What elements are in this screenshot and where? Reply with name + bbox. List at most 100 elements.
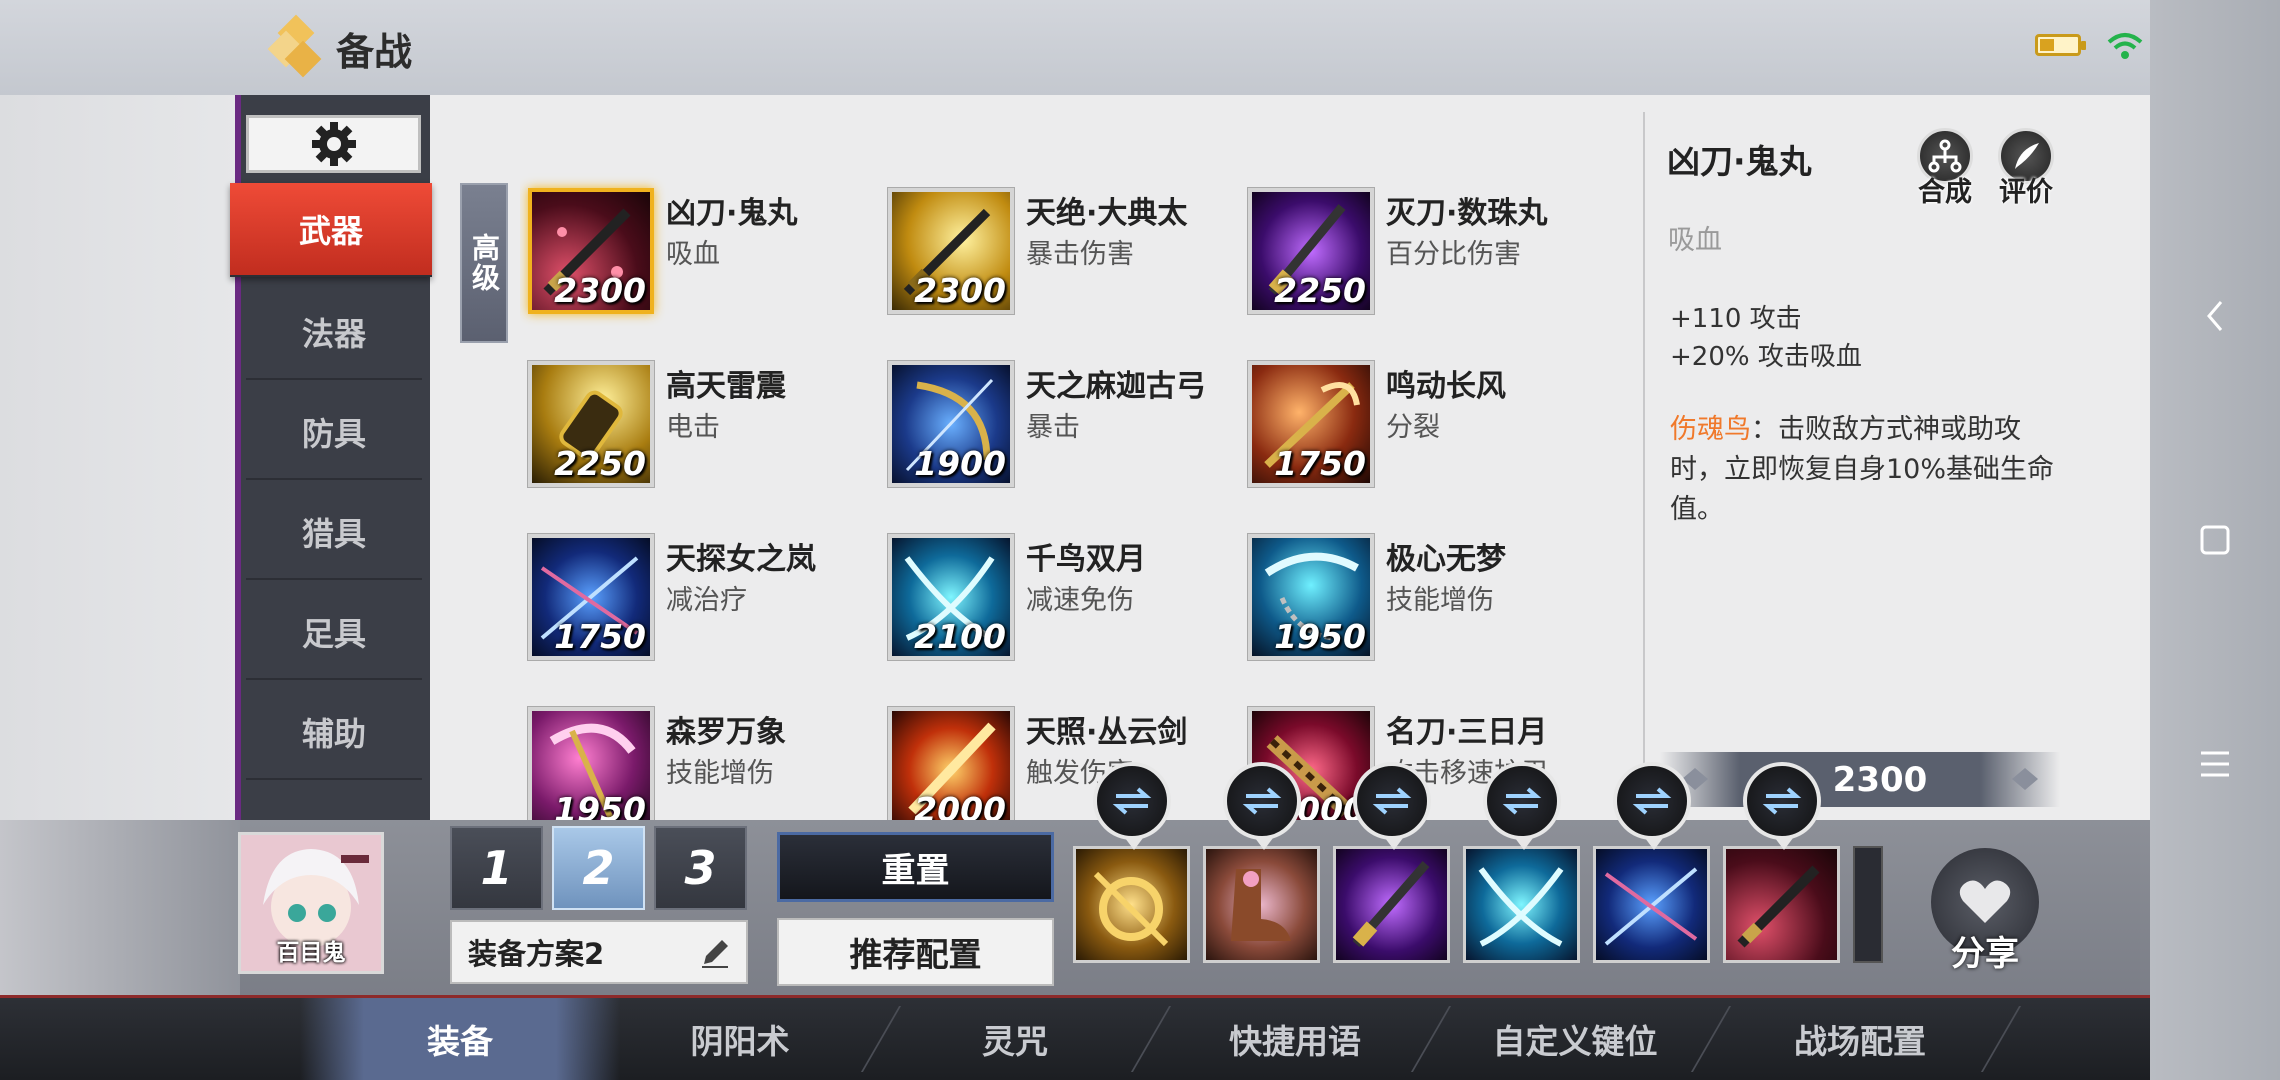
sidebar-item-support[interactable]: 辅助	[246, 686, 422, 780]
item-price: 2300	[554, 271, 646, 310]
item-price: 2250	[1274, 271, 1366, 310]
detail-stat: +110 攻击	[1670, 304, 1802, 334]
equipped-slot[interactable]	[1073, 846, 1190, 963]
gear-icon	[311, 122, 356, 166]
item-desc: 电击	[666, 412, 720, 443]
pink-boots-icon	[1231, 869, 1291, 941]
item-price: 2100	[914, 617, 1006, 656]
swap-button[interactable]	[1223, 762, 1301, 850]
item-card[interactable]: 1950 极心无梦 技能增伤	[1240, 526, 1600, 676]
swap-icon	[1372, 787, 1412, 815]
reset-button[interactable]: 重置	[777, 832, 1054, 902]
golden-hammer-icon: 2250	[528, 361, 654, 487]
page-title: 备战	[336, 29, 413, 74]
sidebar-item-armor[interactable]: 防具	[246, 386, 422, 480]
swap-icon	[1112, 787, 1152, 815]
passive-name: 伤魂鸟	[1670, 414, 1751, 445]
swap-icon	[1762, 787, 1802, 815]
blue-glaive-icon	[1604, 867, 1698, 946]
recommend-config-button[interactable]: 推荐配置	[777, 918, 1054, 986]
system-nav-bar	[2150, 0, 2280, 1080]
detail-subtitle: 吸血	[1668, 225, 1722, 256]
pencil-icon[interactable]	[698, 936, 732, 970]
settings-button[interactable]	[246, 115, 421, 173]
tab-onmyoji-arts[interactable]: 阴阳术	[620, 998, 860, 1080]
swap-icon	[1502, 787, 1542, 815]
swap-button[interactable]	[1743, 762, 1821, 850]
item-card[interactable]: 2250 高天雷震 电击	[520, 353, 880, 503]
detail-stat: +20% 攻击吸血	[1670, 342, 1862, 372]
item-desc: 减治疗	[666, 585, 747, 616]
loadout-slot-2[interactable]: 2	[552, 826, 645, 910]
dark-katana-icon	[1737, 865, 1820, 948]
item-price: 1750	[554, 617, 646, 656]
cyan-scythe-chain-icon: 1950	[1248, 534, 1374, 660]
item-card[interactable]: 2300 凶刀·鬼丸 吸血	[520, 180, 880, 330]
loadout-slot-1[interactable]: 1	[450, 826, 543, 910]
item-card[interactable]: 1950 森罗万象 技能增伤	[520, 699, 880, 820]
plan-name-field[interactable]: 装备方案2	[450, 920, 748, 984]
purple-katana-icon	[1352, 861, 1430, 947]
item-card[interactable]: 1750 鸣动长风 分裂	[1240, 353, 1600, 503]
passive-description: 伤魂鸟：击败敌方式神或助攻时，立即恢复自身10%基础生命值。	[1670, 410, 2060, 530]
equipped-slot[interactable]	[1463, 846, 1580, 963]
share-button[interactable]: 分享	[1930, 848, 2040, 974]
swap-icon	[1242, 787, 1282, 815]
review-button[interactable]: 评价	[1986, 128, 2066, 209]
sidebar-item-weapon[interactable]: 武器	[230, 183, 432, 277]
page-header: 备战	[267, 14, 413, 78]
item-name: 天绝·大典太	[1026, 196, 1188, 231]
menu-nav-icon[interactable]	[2185, 734, 2245, 794]
tab-battle-config[interactable]: 战场配置	[1740, 998, 1980, 1080]
item-name: 凶刀·鬼丸	[666, 196, 798, 231]
character-name: 百目鬼	[276, 940, 346, 966]
item-price: 1950	[554, 790, 646, 820]
item-price: 1950	[1274, 617, 1366, 656]
item-name: 森罗万象	[666, 715, 786, 750]
item-card[interactable]: 2300 天绝·大典太 暴击伤害	[880, 180, 1240, 330]
item-grid: 2300 凶刀·鬼丸 吸血 2300 天绝·大典太 暴击伤害 2250 灭刀·数…	[520, 170, 1640, 820]
item-card[interactable]: 2100 千鸟双月 减速免伤	[880, 526, 1240, 676]
swap-button[interactable]	[1483, 762, 1561, 850]
back-nav-icon[interactable]	[2185, 286, 2245, 346]
swap-button[interactable]	[1613, 762, 1691, 850]
price-ornament-icon	[2012, 768, 2038, 790]
equipped-slot[interactable]	[1593, 846, 1710, 963]
loadout-slot-3[interactable]: 3	[654, 826, 747, 910]
item-desc: 百分比伤害	[1386, 239, 1521, 270]
tab-spell[interactable]: 灵咒	[900, 998, 1130, 1080]
grade-tab-advanced[interactable]: 高级	[460, 183, 508, 343]
item-name: 高天雷震	[666, 369, 786, 404]
item-card[interactable]: 1750 天探女之岚 减治疗	[520, 526, 880, 676]
item-name: 名刀·三日月	[1386, 715, 1548, 750]
item-price: 1900	[914, 444, 1006, 483]
tab-custom-keys[interactable]: 自定义键位	[1440, 998, 1710, 1080]
tab-quick-chat[interactable]: 快捷用语	[1170, 998, 1420, 1080]
item-desc: 减速免伤	[1026, 585, 1134, 616]
item-card[interactable]: 2250 灭刀·数珠丸 百分比伤害	[1240, 180, 1600, 330]
swap-button[interactable]	[1353, 762, 1431, 850]
sidebar-item-magic[interactable]: 法器	[246, 286, 422, 380]
item-desc: 吸血	[666, 239, 720, 270]
equipped-slot[interactable]	[1723, 846, 1840, 963]
avatar[interactable]: 百目鬼	[238, 832, 384, 974]
equipped-slot[interactable]	[1203, 846, 1320, 963]
sidebar-item-boots[interactable]: 足具	[246, 586, 422, 680]
blue-glaive-icon: 1750	[528, 534, 654, 660]
tab-equipment[interactable]: 装备	[300, 998, 620, 1080]
sidebar-item-hunting[interactable]: 猎具	[246, 486, 422, 580]
battery-icon	[2035, 34, 2086, 56]
home-nav-icon[interactable]	[2185, 510, 2245, 570]
blue-bow-icon: 1900	[888, 361, 1014, 487]
swap-button[interactable]	[1093, 762, 1171, 850]
item-name: 天照·丛云剑	[1026, 715, 1188, 750]
detail-price: 2300	[1832, 759, 1928, 800]
item-card[interactable]: 1900 天之麻迦古弓 暴击	[880, 353, 1240, 503]
item-card[interactable]: 2000 天照·丛云剑 触发伤害	[880, 699, 1240, 820]
fire-spear-icon: 1750	[1248, 361, 1374, 487]
synthesize-button[interactable]: 合成	[1905, 128, 1985, 209]
equipped-slot[interactable]	[1333, 846, 1450, 963]
detail-divider	[1643, 112, 1645, 792]
status-area	[2035, 30, 2145, 60]
item-desc: 技能增伤	[666, 758, 774, 789]
